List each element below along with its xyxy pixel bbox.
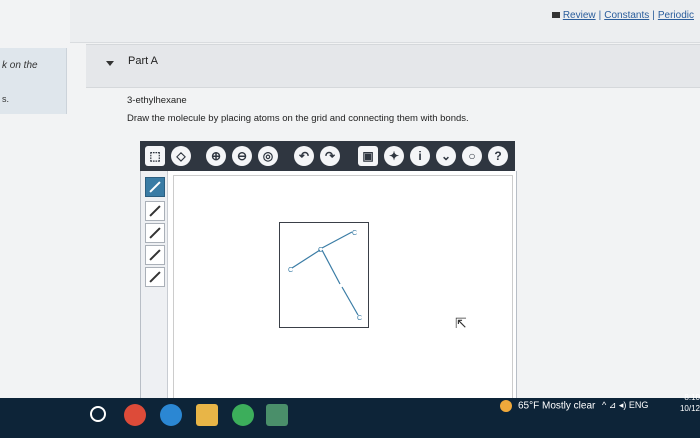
volume-icon[interactable]: ◂) <box>619 400 627 410</box>
app-icon[interactable] <box>232 404 254 426</box>
clock-date: 10/12 <box>679 404 700 413</box>
clock[interactable]: 8:10 10/12 <box>676 392 700 414</box>
page-body: Review | Constants | Periodic k on the s. Pa… <box>0 0 700 402</box>
weather-sun-icon <box>500 400 512 412</box>
cortana-icon[interactable] <box>90 406 106 422</box>
atom-label[interactable]: C <box>357 315 362 322</box>
chrome-icon[interactable] <box>124 404 146 426</box>
language-indicator[interactable]: ENG <box>629 400 649 410</box>
clock-time: 8:10 <box>684 393 700 402</box>
edge-icon[interactable] <box>160 404 182 426</box>
weather-widget[interactable]: 65°F Mostly clear <box>500 400 595 412</box>
mouse-cursor-icon: ⇱ <box>455 315 467 331</box>
file-explorer-icon[interactable] <box>196 404 218 426</box>
network-icon[interactable]: ⊿ <box>609 400 617 410</box>
molecule-drawing: C C C C <box>288 230 362 322</box>
atom-label[interactable]: C <box>352 230 357 237</box>
app-icon[interactable] <box>266 404 288 426</box>
system-tray[interactable]: ^ ⊿ ◂) ENG <box>602 400 648 411</box>
atom-label[interactable]: C <box>318 247 323 254</box>
weather-text: 65°F Mostly clear <box>518 400 596 412</box>
atom-label[interactable]: C <box>288 267 293 274</box>
tray-chevron-icon[interactable]: ^ <box>602 400 606 410</box>
